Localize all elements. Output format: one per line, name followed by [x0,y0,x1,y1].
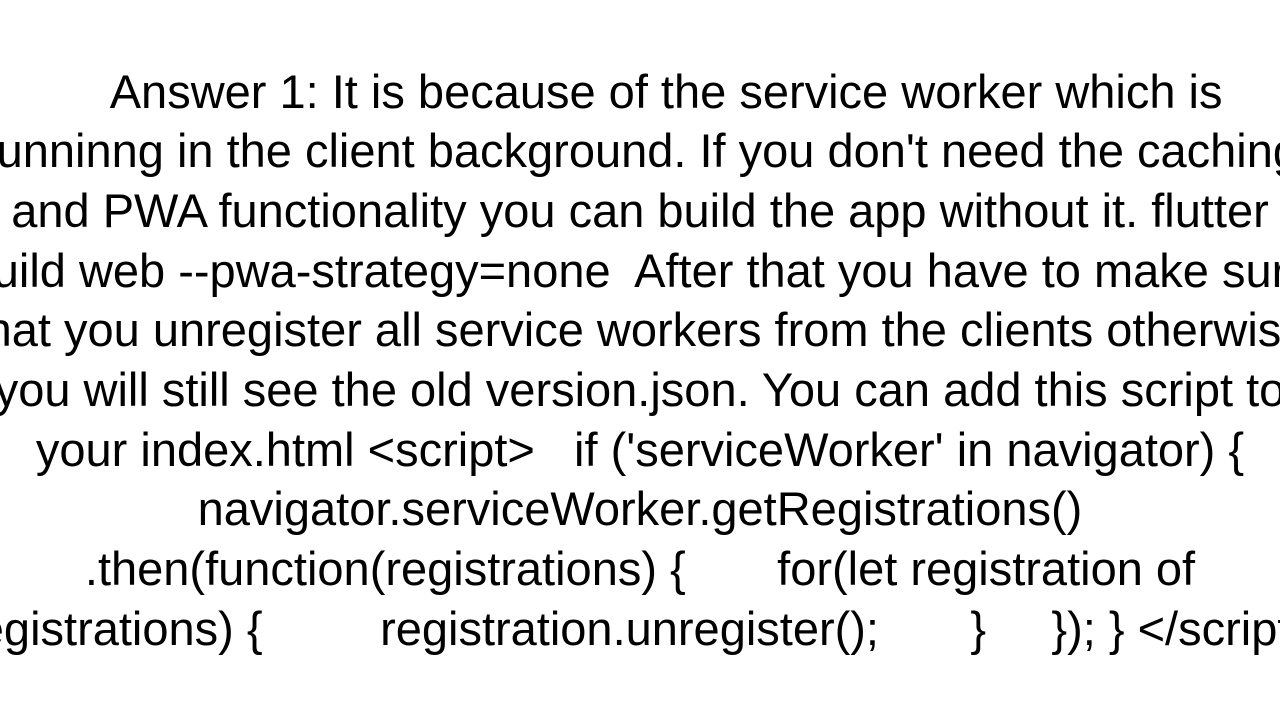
answer-text: Answer 1: It is because of the service w… [0,2,1280,718]
answer-body: It is because of the service worker whic… [0,65,1280,655]
answer-container: Answer 1: It is because of the service w… [0,0,1280,720]
answer-label: Answer 1: [110,65,319,118]
